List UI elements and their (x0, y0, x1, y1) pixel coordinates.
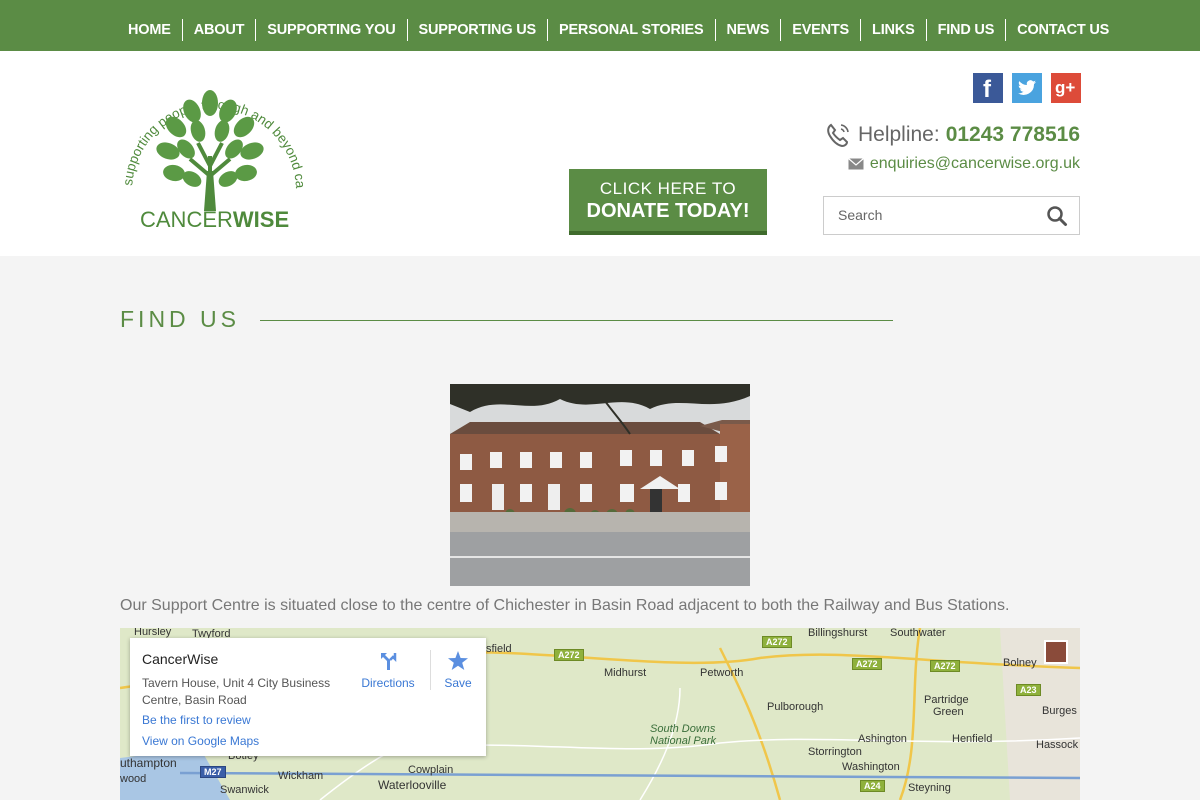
facebook-icon[interactable]: f (973, 73, 1003, 103)
donate-line1: CLICK HERE TO (599, 179, 737, 198)
road-shield: A24 (860, 780, 885, 792)
place-name: CancerWise (142, 651, 219, 667)
map-label: Steyning (908, 782, 951, 794)
envelope-icon (847, 158, 864, 170)
star-icon (448, 651, 468, 670)
map-label: Henfield (952, 733, 993, 745)
map-label: Southwater (890, 628, 946, 639)
nav-supporting-you[interactable]: SUPPORTING YOU (267, 22, 395, 38)
helpline-label: Helpline: (857, 123, 940, 146)
map-label: Cowplain (408, 764, 454, 776)
map-label: Pulborough (767, 701, 824, 713)
map-label: sfield (486, 643, 512, 655)
map-label: Midhurst (604, 667, 647, 679)
map-label: Waterlooville (378, 778, 447, 792)
card-divider (430, 650, 431, 690)
map-label: Burges (1042, 705, 1077, 717)
road-shield: A272 (852, 658, 882, 670)
directions-icon (381, 653, 397, 670)
google-plus-icon[interactable]: g+ (1051, 73, 1081, 103)
nav-personal-stories[interactable]: PERSONAL STORIES (559, 22, 704, 38)
map-label: Ashington (858, 733, 907, 745)
review-link[interactable]: Be the first to review (142, 713, 251, 727)
google-map[interactable]: Hursley Twyford sfield Midhurst Petworth… (120, 628, 1080, 800)
donate-button[interactable]: CLICK HERE TO DONATE TODAY! (569, 169, 767, 235)
page-title: FIND US (120, 306, 240, 332)
search-icon[interactable] (1046, 205, 1068, 227)
helpline: Helpline: 01243 778516 (824, 121, 1080, 149)
map-label: Washington (842, 761, 900, 773)
road-shield: A272 (930, 660, 960, 672)
road-shield: A272 (762, 636, 792, 648)
search-input[interactable] (838, 207, 1038, 223)
email-link[interactable]: enquiries@cancerwise.org.uk (870, 155, 1080, 173)
nav-list: HOME ABOUT SUPPORTING YOU SUPPORTING US … (117, 19, 1120, 41)
map-label: Billingshurst (808, 628, 868, 639)
place-address: Tavern House, Unit 4 City Business Centr… (142, 676, 331, 707)
map-label: Partridge (924, 694, 969, 706)
nav-find-us[interactable]: FIND US (938, 22, 995, 38)
map-label: Swanwick (220, 784, 269, 796)
map-label: Petworth (700, 667, 744, 679)
road-shield: A272 (554, 649, 584, 661)
search-box (823, 196, 1080, 235)
map-label: South Downs (650, 723, 716, 735)
top-navigation: HOME ABOUT SUPPORTING YOU SUPPORTING US … (0, 0, 1200, 51)
map-photo-thumbnail[interactable] (1044, 640, 1068, 664)
site-header: supporting people through and beyond can… (0, 49, 1200, 256)
map-label: wood (120, 773, 147, 785)
map-label: Storrington (808, 746, 862, 758)
logo-wordmark: CANCERWISE (140, 207, 290, 232)
donate-line2: DONATE TODAY! (586, 200, 750, 222)
map-label: Hursley (134, 628, 172, 638)
map-label: Bolney (1003, 657, 1037, 669)
map-label: Green (933, 706, 964, 718)
map-label: Wickham (278, 770, 324, 782)
nav-contact-us[interactable]: CONTACT US (1017, 22, 1109, 38)
map-label: Hassock (1036, 739, 1079, 751)
nav-links[interactable]: LINKS (872, 22, 915, 38)
road-shield: M27 (200, 766, 226, 778)
email-row: enquiries@cancerwise.org.uk (847, 155, 1080, 173)
nav-about[interactable]: ABOUT (194, 22, 245, 38)
map-label: National Park (650, 735, 717, 747)
directions-button[interactable]: Directions (358, 650, 418, 690)
map-info-card: CancerWise Tavern House, Unit 4 City Bus… (130, 638, 486, 756)
view-on-google-maps-link[interactable]: View on Google Maps (142, 734, 259, 748)
nav-supporting-us[interactable]: SUPPORTING US (419, 22, 537, 38)
nav-home[interactable]: HOME (128, 22, 171, 38)
map-label: uthampton (120, 756, 177, 770)
page-title-row: FIND US (120, 306, 900, 334)
support-centre-photo (450, 384, 750, 586)
nav-events[interactable]: EVENTS (792, 22, 849, 38)
twitter-icon[interactable] (1012, 73, 1042, 103)
location-description: Our Support Centre is situated close to … (120, 597, 1010, 614)
phone-icon (827, 123, 849, 148)
directions-label: Directions (361, 676, 415, 690)
save-button[interactable]: Save (438, 650, 478, 690)
title-divider (260, 320, 893, 321)
nav-news[interactable]: NEWS (727, 22, 770, 38)
helpline-number[interactable]: 01243 778516 (946, 123, 1080, 147)
save-label: Save (444, 676, 472, 690)
road-shield: A23 (1016, 684, 1041, 696)
